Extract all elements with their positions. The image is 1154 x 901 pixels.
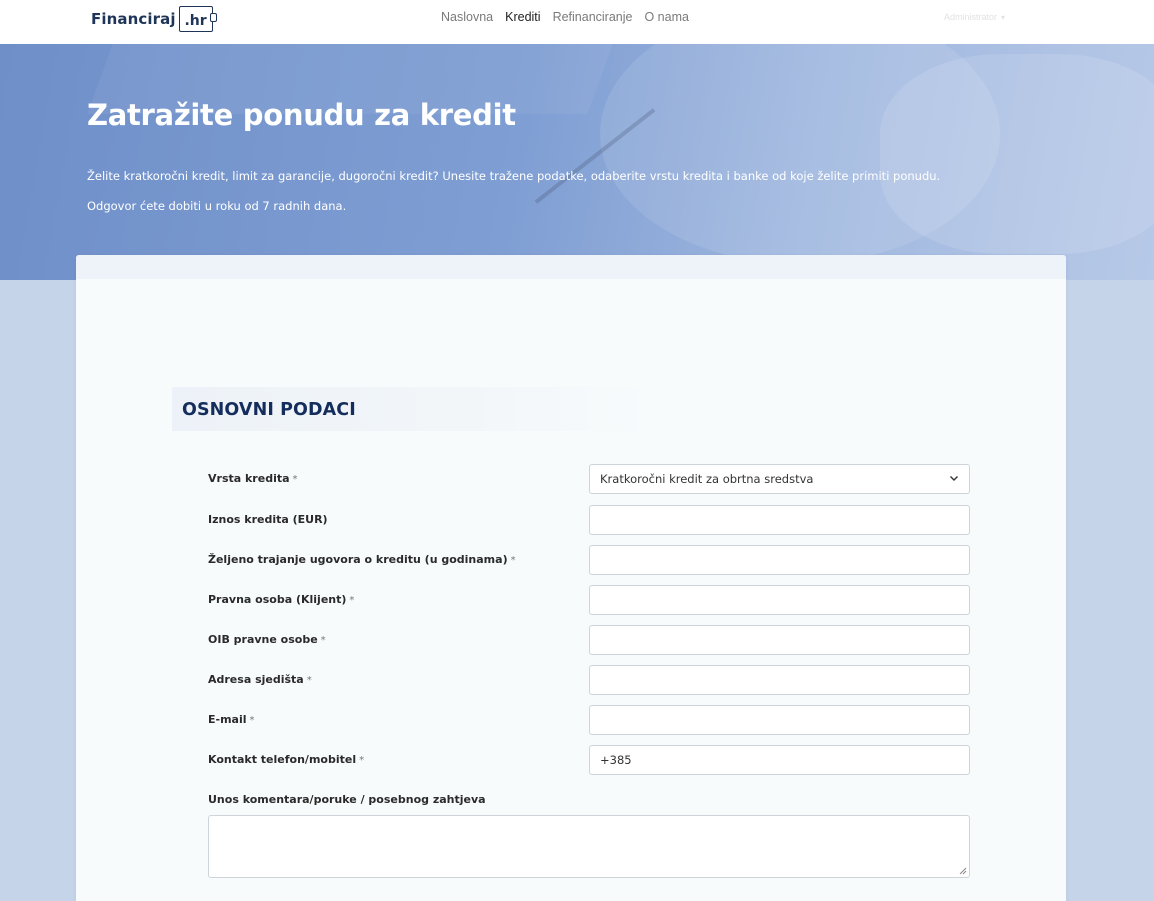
form-row-adresa: Adresa sjedišta *: [208, 665, 970, 695]
section-header: OSNOVNI PODACI: [172, 387, 652, 431]
section-title: OSNOVNI PODACI: [182, 400, 356, 420]
legal-entity-field[interactable]: [590, 586, 969, 614]
page-title: Zatražite ponudu za kredit: [87, 98, 516, 132]
field-label: Iznos kredita (EUR): [208, 513, 328, 526]
loan-duration-field[interactable]: [590, 546, 969, 574]
user-menu[interactable]: Administrator ▾: [944, 12, 1005, 22]
field-label: Vrsta kredita *: [208, 472, 298, 485]
oib-input[interactable]: [589, 625, 970, 655]
resize-grip-icon[interactable]: [958, 866, 967, 875]
comment-textarea[interactable]: [208, 815, 970, 878]
logo[interactable]: Financiraj .hr: [91, 4, 217, 34]
legal-entity-input[interactable]: [589, 585, 970, 615]
chevron-down-icon: ▾: [1001, 13, 1006, 22]
field-label: E-mail *: [208, 713, 255, 726]
logo-box-text: .hr: [184, 13, 207, 29]
address-field[interactable]: [590, 666, 969, 694]
navbar: Financiraj .hr Naslovna Krediti Refinanc…: [0, 0, 1154, 44]
field-label: Pravna osoba (Klijent) *: [208, 593, 355, 606]
main-nav: Naslovna Krediti Refinanciranje O nama: [441, 10, 689, 24]
oib-field[interactable]: [590, 626, 969, 654]
select-value: Kratkoročni kredit za obrtna sredstva: [600, 472, 814, 486]
nav-item-naslovna[interactable]: Naslovna: [441, 10, 493, 24]
hero-description: Želite kratkoročni kredit, limit za gara…: [87, 169, 941, 183]
logo-wallet-icon: .hr: [178, 6, 217, 32]
field-label: Adresa sjedišta *: [208, 673, 312, 686]
form-row-pravna-osoba: Pravna osoba (Klijent) *: [208, 585, 970, 615]
hero-banner: Zatražite ponudu za kredit Želite kratko…: [0, 44, 1154, 280]
field-label: Kontakt telefon/mobitel *: [208, 753, 365, 766]
wallet-tab-icon: [209, 13, 217, 22]
field-label: Željeno trajanje ugovora o kreditu (u go…: [208, 553, 516, 566]
form-row-iznos: Iznos kredita (EUR): [208, 505, 970, 535]
nav-item-refinanciranje[interactable]: Refinanciranje: [553, 10, 633, 24]
phone-field[interactable]: [590, 746, 969, 774]
address-input[interactable]: [589, 665, 970, 695]
loan-duration-input[interactable]: [589, 545, 970, 575]
email-field[interactable]: [590, 706, 969, 734]
field-label: OIB pravne osobe *: [208, 633, 326, 646]
logo-text: Financiraj: [91, 10, 176, 28]
form-row-trajanje: Željeno trajanje ugovora o kreditu (u go…: [208, 545, 970, 575]
comment-label: Unos komentara/poruke / posebnog zahtjev…: [208, 793, 486, 806]
loan-amount-field[interactable]: [590, 506, 969, 534]
hero-background-shape: [880, 54, 1154, 254]
nav-item-krediti[interactable]: Krediti: [505, 10, 540, 24]
user-name: Administrator: [944, 12, 998, 22]
form-row-vrsta-kredita: Vrsta kredita * Kratkoročni kredit za obr…: [208, 464, 970, 494]
loan-type-select[interactable]: Kratkoročni kredit za obrtna sredstva: [589, 464, 970, 494]
card-top-band: [76, 255, 1066, 279]
phone-input[interactable]: [589, 745, 970, 775]
loan-amount-input[interactable]: [589, 505, 970, 535]
email-input[interactable]: [589, 705, 970, 735]
chevron-down-icon: [950, 476, 958, 481]
form-row-telefon: Kontakt telefon/mobitel *: [208, 745, 970, 775]
form-row-oib: OIB pravne osobe *: [208, 625, 970, 655]
hero-response-note: Odgovor ćete dobiti u roku od 7 radnih d…: [87, 199, 347, 213]
form-row-email: E-mail *: [208, 705, 970, 735]
form-card: OSNOVNI PODACI Vrsta kredita * Kratkoročn…: [76, 255, 1066, 901]
nav-item-o-nama[interactable]: O nama: [644, 10, 688, 24]
